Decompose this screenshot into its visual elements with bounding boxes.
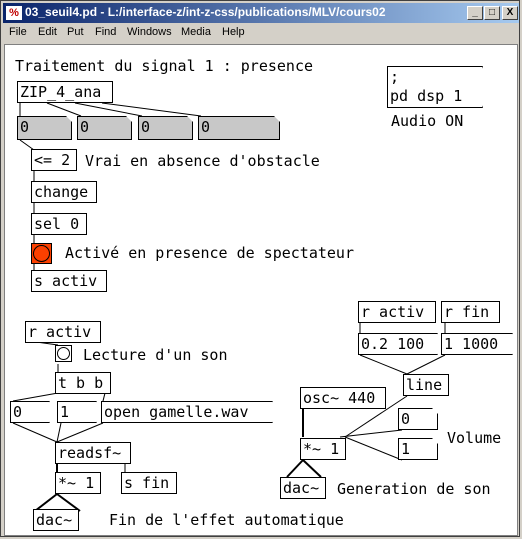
dsp-message-line2: pd dsp 1 — [390, 87, 463, 105]
comment-title: Traitement du signal 1 : presence — [15, 57, 314, 75]
cord — [56, 422, 62, 443]
analog-atom-4[interactable]: 0 — [198, 116, 280, 140]
maximize-button[interactable]: □ — [484, 6, 500, 20]
analog-atom-1[interactable]: 0 — [17, 116, 72, 140]
multiply-signal-right[interactable]: *~ 1 — [300, 438, 346, 460]
line-object[interactable]: line — [403, 374, 449, 396]
menu-find[interactable]: Find — [95, 26, 116, 38]
volume-atom-1[interactable]: 1 — [398, 438, 438, 460]
zip-4-ana-object[interactable]: ZIP_4_ana — [17, 81, 113, 103]
receive-activ-object-left[interactable]: r activ — [25, 321, 101, 343]
patch-canvas[interactable]: Traitement du signal 1 : presence Audio … — [4, 44, 518, 536]
close-button[interactable]: X — [502, 6, 518, 20]
cord — [56, 422, 104, 443]
menu-windows[interactable]: Windows — [127, 26, 172, 38]
pd-app-icon: % — [6, 6, 22, 20]
cord — [302, 459, 322, 478]
title-bar[interactable]: % 03_seuil4.pd - L:/interface-z/int-z-cs… — [3, 3, 519, 23]
message-ramp-off[interactable]: 1 1000 — [441, 333, 513, 355]
dac-left-object[interactable]: dac~ — [33, 509, 79, 531]
cord — [286, 459, 304, 478]
message-ramp-on[interactable]: 0.2 100 — [358, 333, 438, 355]
menu-edit[interactable]: Edit — [38, 26, 57, 38]
cord — [12, 422, 58, 443]
message-open-file[interactable]: open gamelle.wav — [101, 401, 273, 423]
comment-vrai: Vrai en absence d'obstacle — [85, 152, 320, 170]
active-bang[interactable] — [31, 243, 52, 264]
dac-right-object[interactable]: dac~ — [280, 477, 326, 499]
oscillator-object[interactable]: osc~ 440 — [300, 387, 386, 409]
receive-activ-object-right[interactable]: r activ — [358, 301, 436, 323]
cord — [12, 392, 59, 402]
cord — [102, 392, 106, 402]
volume-atom-0[interactable]: 0 — [398, 408, 438, 430]
sel-object[interactable]: sel 0 — [31, 213, 87, 235]
play-bang[interactable] — [55, 345, 72, 362]
comment-generation: Generation de son — [337, 480, 491, 498]
menu-media[interactable]: Media — [181, 26, 211, 38]
menu-bar: File Edit Put Find Windows Media Help — [3, 24, 519, 42]
cord — [359, 354, 408, 375]
dsp-message-line1: ; — [390, 68, 400, 86]
comment-audio-on: Audio ON — [391, 112, 464, 130]
receive-fin-object[interactable]: r fin — [441, 301, 500, 323]
comment-active: Activé en presence de spectateur — [65, 244, 354, 262]
cord — [74, 102, 143, 117]
cord — [344, 436, 403, 461]
cord — [46, 102, 82, 117]
menu-file[interactable]: File — [9, 26, 27, 38]
comment-lecture: Lecture d'un son — [83, 346, 228, 364]
window-title: 03_seuil4.pd - L:/interface-z/int-z-css/… — [25, 5, 386, 19]
readsf-object[interactable]: readsf~ — [55, 442, 131, 464]
minimize-button[interactable]: _ — [467, 6, 483, 20]
send-fin-object[interactable]: s fin — [121, 472, 177, 494]
multiply-signal-left[interactable]: *~ 1 — [55, 472, 101, 494]
menu-put[interactable]: Put — [67, 26, 84, 38]
cord — [339, 429, 403, 438]
analog-atom-2[interactable]: 0 — [77, 116, 132, 140]
comment-fin: Fin de l'effet automatique — [109, 511, 344, 529]
trigger-bang-bang-object[interactable]: t b b — [55, 372, 111, 394]
comment-volume: Volume — [447, 429, 502, 447]
cord — [101, 102, 202, 117]
cord — [406, 354, 446, 375]
menu-help[interactable]: Help — [222, 26, 245, 38]
change-object[interactable]: change — [31, 181, 97, 203]
less-equal-object[interactable]: <= 2 — [31, 149, 77, 171]
pd-window: % 03_seuil4.pd - L:/interface-z/int-z-cs… — [0, 0, 520, 537]
dsp-message-box[interactable]: ; pd dsp 1 — [387, 66, 483, 108]
analog-atom-3[interactable]: 0 — [138, 116, 193, 140]
send-activ-object[interactable]: s activ — [31, 270, 107, 292]
